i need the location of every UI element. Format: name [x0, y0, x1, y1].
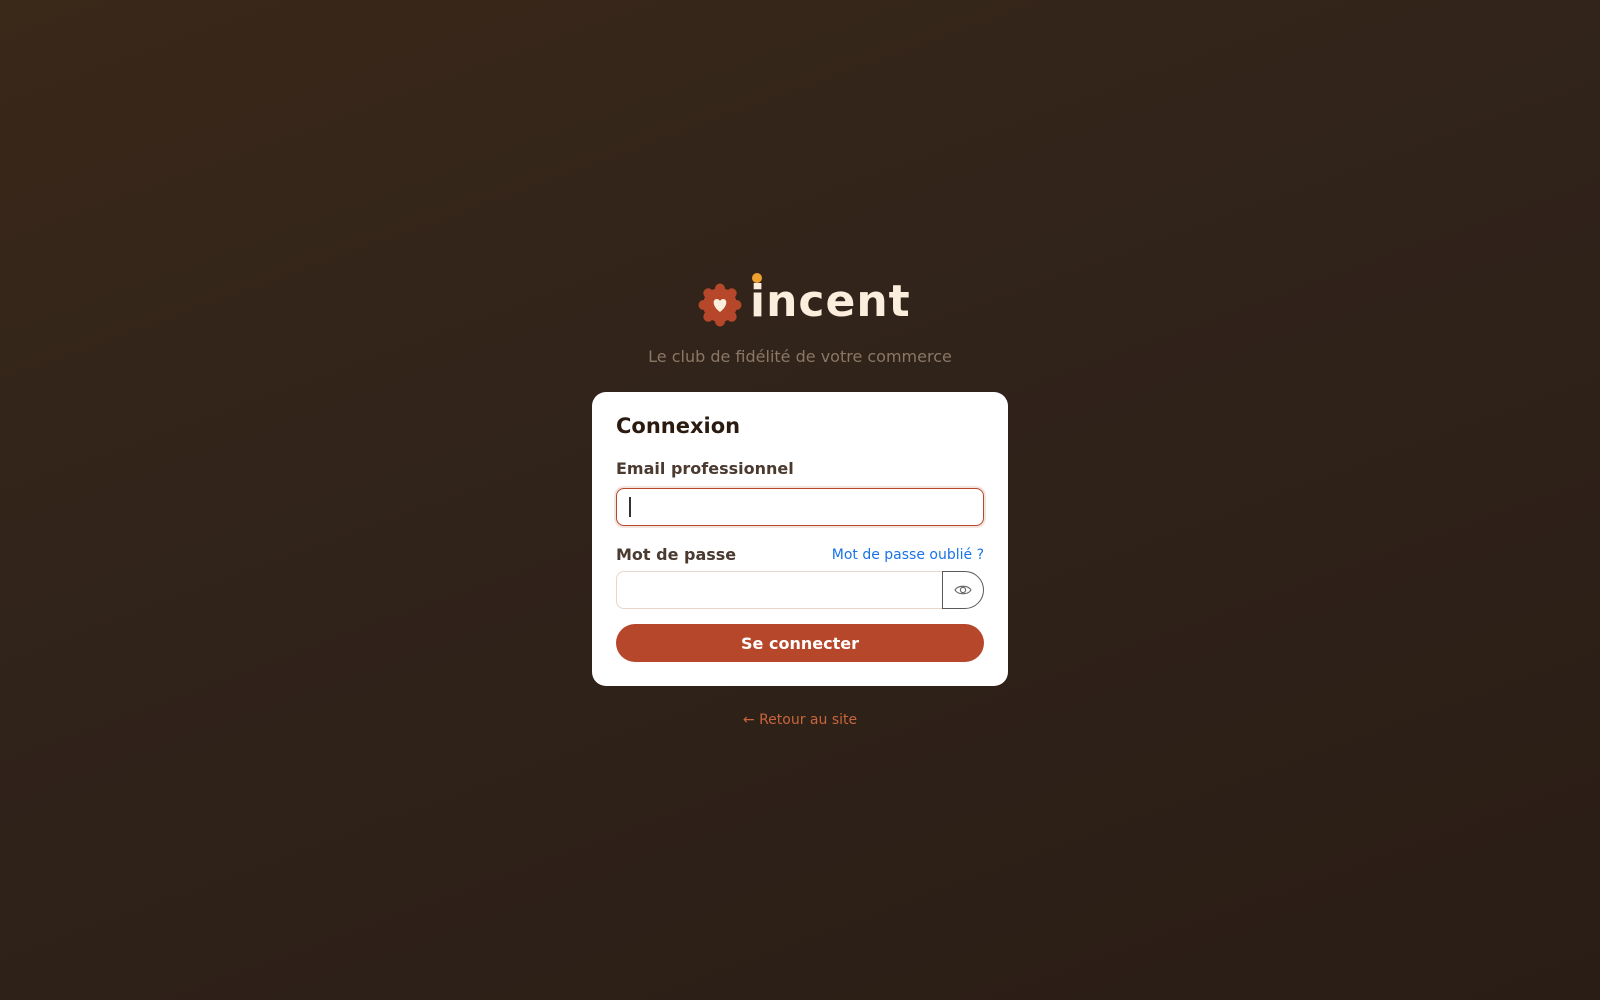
- toggle-password-visibility-button[interactable]: [942, 571, 984, 609]
- text-caret: [629, 497, 631, 517]
- login-button[interactable]: Se connecter: [616, 624, 984, 662]
- brand-logo: incent: [698, 272, 910, 332]
- forgot-password-link[interactable]: Mot de passe oublié ?: [832, 547, 984, 563]
- logo-dot: [752, 273, 762, 283]
- login-title: Connexion: [616, 414, 741, 438]
- email-field[interactable]: [616, 488, 984, 526]
- brand-wordmark: incent: [750, 273, 911, 324]
- email-label: Email professionnel: [616, 459, 794, 478]
- brand-name: incent: [750, 276, 911, 327]
- heart-badge-icon: [698, 283, 742, 327]
- password-label: Mot de passe: [616, 545, 737, 564]
- password-group: [616, 571, 984, 609]
- back-to-site-link[interactable]: ← Retour au site: [0, 712, 1600, 728]
- login-card: Connexion Email professionnel Mot de pas…: [592, 392, 1008, 686]
- login-page: incent Le club de fidélité de votre comm…: [0, 0, 1600, 1000]
- password-field[interactable]: [616, 571, 942, 609]
- eye-icon: [954, 581, 972, 600]
- brand-tagline: Le club de fidélité de votre commerce: [648, 347, 952, 366]
